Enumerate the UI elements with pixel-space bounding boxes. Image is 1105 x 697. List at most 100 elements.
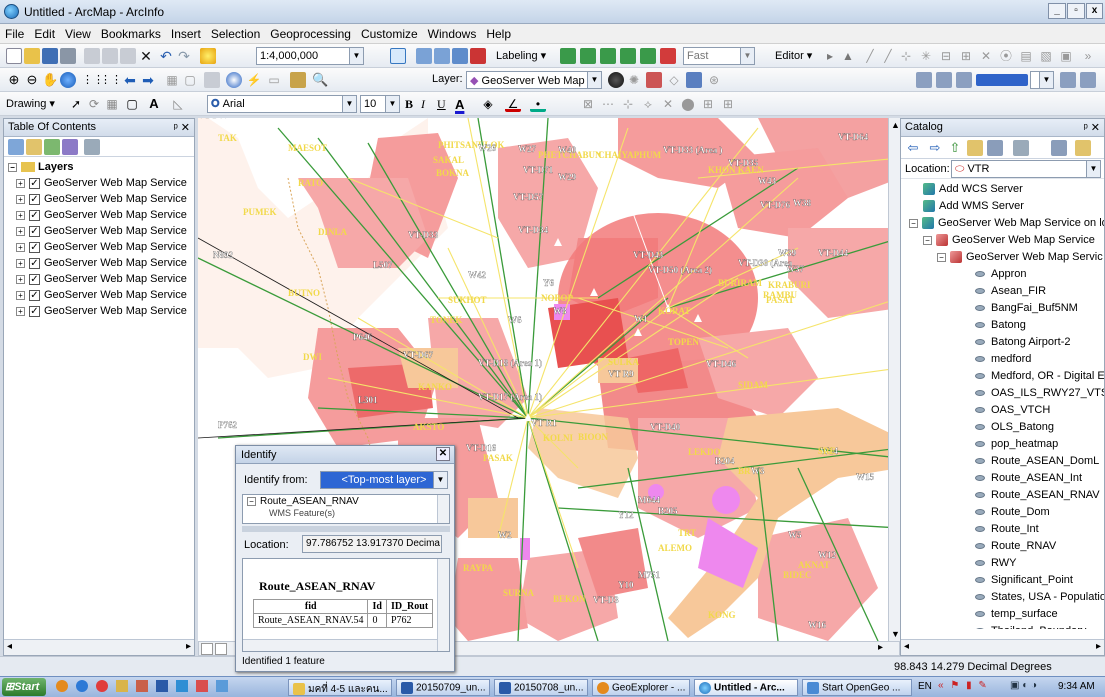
catalog-layer-item[interactable]: medford bbox=[975, 351, 1031, 368]
copy-icon[interactable] bbox=[102, 48, 118, 64]
up-one-level-icon[interactable]: ⇧ bbox=[947, 140, 963, 156]
select-features-icon[interactable]: ▦ bbox=[164, 72, 180, 88]
georef-icon-1[interactable]: ⊠ bbox=[580, 96, 596, 112]
map-scale-combo[interactable]: 1:4,000,000 ▼ bbox=[256, 47, 364, 65]
menu-view[interactable]: View bbox=[60, 24, 96, 44]
catalog-layer-item[interactable]: OAS_VTCH bbox=[975, 402, 1050, 419]
html-popup-icon[interactable]: ▭ bbox=[266, 72, 282, 88]
task-geoexplorer[interactable]: GeoExplorer - ... bbox=[592, 679, 690, 696]
layout-tool-4-icon[interactable] bbox=[1060, 72, 1076, 88]
layer-visibility-checkbox[interactable]: ✓ bbox=[29, 273, 40, 285]
fill-color-icon[interactable]: ◈ bbox=[480, 96, 496, 112]
redo-icon[interactable]: ↷ bbox=[176, 48, 192, 64]
menu-customize[interactable]: Customize bbox=[356, 24, 423, 44]
scroll-down-icon[interactable]: ▼ bbox=[891, 629, 900, 639]
back-extent-icon[interactable]: ⬅ bbox=[122, 72, 138, 88]
toc-layer-4[interactable]: + ✓ GeoServer Web Map Service bbox=[16, 241, 187, 256]
catalog-layer-item[interactable]: BangFai_Buf5NM bbox=[975, 300, 1078, 317]
cut-icon[interactable] bbox=[84, 48, 100, 64]
rectangle-icon[interactable]: ▢ bbox=[124, 96, 140, 112]
view-unplaced-icon[interactable] bbox=[660, 48, 676, 64]
layout-view-icon[interactable] bbox=[215, 643, 227, 655]
identify-icon[interactable] bbox=[226, 72, 242, 88]
font-color-button[interactable]: A bbox=[455, 97, 464, 112]
attributes-horizontal-scrollbar[interactable] bbox=[243, 639, 437, 651]
options-icon[interactable] bbox=[84, 139, 100, 155]
tree-scrollbar[interactable] bbox=[437, 495, 449, 523]
restore-button[interactable]: ▫ bbox=[1067, 3, 1085, 19]
new-document-icon[interactable] bbox=[6, 48, 22, 64]
expand-icon[interactable]: + bbox=[16, 290, 25, 300]
measure-icon[interactable] bbox=[290, 72, 306, 88]
edit-tool-icon[interactable]: ▸ bbox=[822, 48, 838, 64]
edit-vertices-icon[interactable]: ▤ bbox=[1018, 48, 1034, 64]
layout-tool-3-icon[interactable] bbox=[956, 72, 972, 88]
layer-visibility-checkbox[interactable]: ✓ bbox=[29, 241, 40, 253]
collapse-icon[interactable]: − bbox=[909, 218, 918, 228]
expand-icon[interactable]: + bbox=[16, 226, 25, 236]
menu-edit[interactable]: Edit bbox=[29, 24, 60, 44]
edit-vertices-drawing-icon[interactable]: ◺ bbox=[170, 96, 186, 112]
attributes-vertical-scrollbar[interactable] bbox=[437, 559, 449, 651]
label-quality-combo[interactable]: Fast ▼ bbox=[683, 47, 755, 65]
catalog-layer-item[interactable]: Thailand_Boundary bbox=[975, 623, 1086, 629]
toc-layer-3[interactable]: + ✓ GeoServer Web Map Service bbox=[16, 225, 187, 240]
catalog-layer-item[interactable]: Route_ASEAN_RNAV bbox=[975, 487, 1100, 504]
catalog-layer-item[interactable]: Route_Dom bbox=[975, 504, 1050, 521]
home-folder-icon[interactable] bbox=[967, 140, 983, 156]
edit-annotation-icon[interactable]: ▲ bbox=[840, 48, 856, 64]
toc-layer-5[interactable]: + ✓ GeoServer Web Map Service bbox=[16, 257, 187, 272]
forward-extent-icon[interactable]: ➡ bbox=[140, 72, 156, 88]
quicklaunch-icon-7[interactable] bbox=[176, 680, 188, 692]
georef-icon-6[interactable]: ⬤ bbox=[680, 96, 696, 112]
scroll-right-icon[interactable]: ▸ bbox=[186, 641, 191, 652]
quicklaunch-icon-8[interactable] bbox=[196, 680, 208, 692]
point-icon[interactable]: ⊹ bbox=[898, 48, 914, 64]
flicker-icon[interactable]: ✺ bbox=[626, 72, 642, 88]
menu-windows[interactable]: Windows bbox=[423, 24, 482, 44]
zoom-whole-page-icon[interactable]: ▦ bbox=[104, 96, 120, 112]
minimize-button[interactable]: _ bbox=[1048, 3, 1066, 19]
catalog-layer-item[interactable]: RWY bbox=[975, 555, 1016, 572]
arctoolbox-icon[interactable] bbox=[470, 48, 486, 64]
select-elements-arrow-icon[interactable]: ➚ bbox=[68, 96, 84, 112]
drawing-menu[interactable]: Drawing ▾ bbox=[6, 97, 55, 110]
marker-color-icon[interactable]: • bbox=[530, 96, 546, 112]
catalog-layer-item[interactable]: Route_RNAV bbox=[975, 538, 1056, 555]
georef-icon-5[interactable]: ✕ bbox=[660, 96, 676, 112]
catalog-window-icon[interactable] bbox=[434, 48, 450, 64]
transparency-icon[interactable] bbox=[686, 72, 702, 88]
catalog-item[interactable]: − GeoServer Web Map Servic bbox=[937, 249, 1103, 266]
task-word-1[interactable]: 20150709_un... bbox=[396, 679, 490, 696]
tree-root-item[interactable]: − Route_ASEAN_RNAV bbox=[243, 495, 449, 508]
open-folder-icon[interactable] bbox=[24, 48, 40, 64]
expand-icon[interactable]: + bbox=[16, 274, 25, 284]
catalog-layer-item[interactable]: OAS_ILS_RWY27_VTSP bbox=[975, 385, 1104, 402]
bold-button[interactable]: B bbox=[405, 97, 413, 112]
tree-child-item[interactable]: WMS Feature(s) bbox=[243, 508, 449, 518]
editor-toolbar-icon[interactable] bbox=[390, 48, 406, 64]
pin-close-icon[interactable]: ᵖ ✕ bbox=[174, 121, 190, 134]
lock-labels-icon[interactable] bbox=[620, 48, 636, 64]
swipe-icon[interactable] bbox=[608, 72, 624, 88]
map-vertical-scrollbar[interactable]: ▲ ▼ bbox=[888, 118, 900, 641]
catalog-layer-item[interactable]: Medford, OR - Digital E bbox=[975, 368, 1104, 385]
contrast-icon[interactable]: ◇ bbox=[666, 72, 682, 88]
list-by-selection-icon[interactable] bbox=[62, 139, 78, 155]
pin-close-icon[interactable]: ᵖ ✕ bbox=[1084, 121, 1100, 134]
menu-bookmarks[interactable]: Bookmarks bbox=[96, 24, 166, 44]
layer-visibility-checkbox[interactable]: ✓ bbox=[29, 305, 40, 317]
quicklaunch-icon-4[interactable] bbox=[116, 680, 128, 692]
editor-more-icon[interactable]: » bbox=[1080, 48, 1096, 64]
close-button[interactable]: x bbox=[1086, 3, 1103, 19]
layout-tool-2-icon[interactable] bbox=[936, 72, 952, 88]
toolboxes-icon[interactable] bbox=[1075, 140, 1091, 156]
font-combo[interactable]: 𝐎 Arial ▼ bbox=[207, 95, 357, 113]
layer-visibility-checkbox[interactable]: ✓ bbox=[29, 209, 40, 221]
scroll-right-icon[interactable]: ▸ bbox=[878, 642, 883, 653]
task-opengeo[interactable]: Start OpenGeo ... bbox=[802, 679, 912, 696]
editor-menu[interactable]: Editor ▾ bbox=[775, 49, 812, 62]
collapse-icon[interactable]: − bbox=[923, 235, 932, 245]
catalog-layer-item[interactable]: Appron bbox=[975, 266, 1026, 283]
menu-geoprocessing[interactable]: Geoprocessing bbox=[265, 24, 356, 44]
